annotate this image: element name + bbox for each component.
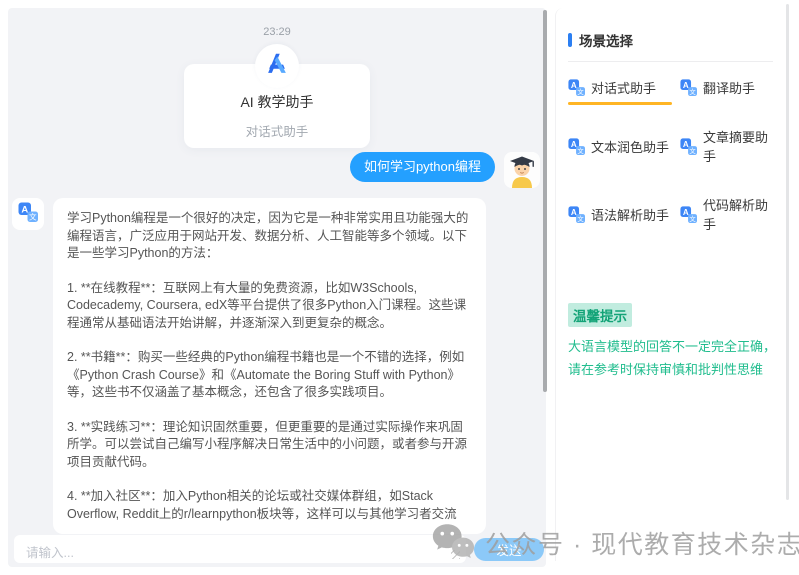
- scene-item-conversational-assistant[interactable]: 对话式助手: [568, 78, 680, 102]
- translate-icon: [680, 206, 697, 223]
- assistant-avatar: [12, 198, 44, 230]
- sidebar-header: 场景选择: [568, 30, 773, 50]
- scene-item-label: 文本润色助手: [591, 137, 669, 156]
- assistant-paragraph: 3. **实践练习**：理论知识固然重要，但更重要的是通过实际操作来巩固所学。可…: [67, 419, 472, 472]
- assistant-paragraph: 4. **加入社区**：加入Python相关的论坛或社交媒体群组，如Stack …: [67, 488, 472, 523]
- scene-item-article-summary-assistant[interactable]: 文章摘要助手: [680, 127, 773, 170]
- student-avatar-icon: [504, 175, 540, 188]
- assistant-subtitle: 对话式助手: [184, 121, 370, 140]
- scene-item-label: 文章摘要助手: [703, 127, 773, 165]
- scene-item-label: 翻译助手: [703, 78, 755, 97]
- scene-item-code-analysis-assistant[interactable]: 代码解析助手: [680, 195, 773, 238]
- assistant-logo-badge: [255, 44, 299, 88]
- user-message-bubble: 如何学习python编程: [350, 152, 495, 182]
- chat-panel: 23:29 AI 教学助手 对话式助手 如何学习python编程: [8, 8, 546, 567]
- assistant-paragraph: 2. **书籍**：购买一些经典的Python编程书籍也是一个不错的选择，例如《…: [67, 349, 472, 402]
- assistant-message-bubble: 学习Python编程是一个很好的决定，因为它是一种非常实用且功能强大的编程语言，…: [53, 198, 486, 534]
- tip-badge: 温馨提示: [568, 303, 632, 327]
- scene-item-label: 语法解析助手: [591, 205, 669, 224]
- scene-item-translation-assistant[interactable]: 翻译助手: [680, 78, 773, 102]
- assistant-message-row: 学习Python编程是一个很好的决定，因为它是一种非常实用且功能强大的编程语言，…: [10, 198, 486, 534]
- scene-item-label: 对话式助手: [591, 78, 656, 97]
- message-input[interactable]: [14, 535, 466, 563]
- message-timestamp: 23:29: [8, 26, 546, 38]
- assistant-paragraph: 1. **在线教程**：互联网上有大量的免费资源，比如W3Schools, Co…: [67, 280, 472, 333]
- message-input-bar: 发送: [14, 534, 544, 564]
- tip-text: 大语言模型的回答不一定完全正确，请在参考时保持审慎和批判性思维: [568, 335, 782, 381]
- translate-icon: [568, 138, 585, 155]
- translate-icon: [568, 206, 585, 223]
- welcome-card: AI 教学助手 对话式助手: [184, 64, 370, 148]
- translate-icon: [680, 79, 697, 96]
- translate-icon: [680, 138, 697, 155]
- translate-icon: [568, 79, 585, 96]
- send-button[interactable]: 发送: [474, 538, 544, 561]
- scene-sidebar: 场景选择 对话式助手 翻译助手 文本润色助手 文章摘要助手 语法解析助手: [555, 8, 787, 561]
- chat-scrollbar[interactable]: [543, 10, 547, 392]
- user-message-row: 如何学习python编程: [350, 152, 540, 188]
- resize-grip-icon[interactable]: [451, 550, 460, 559]
- scene-item-text-polish-assistant[interactable]: 文本润色助手: [568, 127, 680, 170]
- scene-item-grammar-analysis-assistant[interactable]: 语法解析助手: [568, 195, 680, 238]
- page-scrollbar-track[interactable]: [786, 4, 789, 500]
- sidebar-header-label: 场景选择: [579, 30, 633, 50]
- scene-item-label: 代码解析助手: [703, 195, 773, 233]
- scene-grid: 对话式助手 翻译助手 文本润色助手 文章摘要助手 语法解析助手 代码解析助手: [568, 78, 773, 238]
- app-window: 23:29 AI 教学助手 对话式助手 如何学习python编程: [0, 0, 799, 575]
- header-accent-bar: [568, 33, 572, 47]
- assistant-paragraph: 学习Python编程是一个很好的决定，因为它是一种非常实用且功能强大的编程语言，…: [67, 210, 472, 263]
- translate-icon: [18, 202, 38, 227]
- sidebar-divider: [568, 61, 773, 62]
- ai-logo-icon: [262, 49, 292, 84]
- user-avatar: [504, 152, 540, 188]
